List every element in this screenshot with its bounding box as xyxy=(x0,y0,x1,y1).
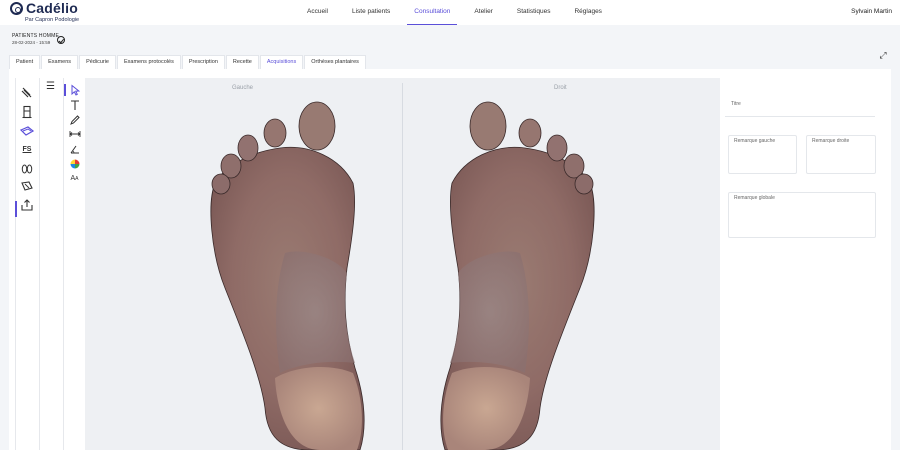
top-nav-bar: Cadélio Par Capron Podologie Accueil Lis… xyxy=(0,0,900,25)
rail-active-indicator xyxy=(15,201,17,217)
brand-logo[interactable]: Cadélio Par Capron Podologie xyxy=(10,0,90,24)
angle-icon[interactable] xyxy=(68,143,81,155)
user-name[interactable]: Sylvain Martin xyxy=(851,8,892,15)
nav-item-reglages[interactable]: Réglages xyxy=(567,0,608,25)
tab-examens-protocoles[interactable]: Examens protocolés xyxy=(117,55,181,69)
cursor-icon[interactable] xyxy=(68,84,81,96)
feet-scan-image xyxy=(210,101,595,450)
foot-print-icon[interactable] xyxy=(20,86,34,100)
right-remark-label: Remarque droite xyxy=(812,138,850,144)
title-field[interactable]: Titre xyxy=(725,101,875,117)
title-field-label: Titre xyxy=(731,101,741,107)
tab-patient[interactable]: Patient xyxy=(9,55,41,69)
global-remark-field[interactable]: Remarque globale xyxy=(728,192,876,238)
font-icon[interactable]: AA xyxy=(68,173,81,185)
tab-prescription[interactable]: Prescription xyxy=(181,55,225,69)
pencil-icon[interactable] xyxy=(68,114,81,126)
nav-item-liste-patients[interactable]: Liste patients xyxy=(345,0,397,25)
measure-icon[interactable] xyxy=(68,128,81,140)
patient-name: PATIENTS HOMME xyxy=(12,33,60,39)
annotation-panel: Titre Remarque gauche Remarque droite Re… xyxy=(720,78,882,450)
brand-name: Cadélio xyxy=(26,0,78,16)
brand-tagline: Par Capron Podologie xyxy=(25,17,80,23)
tab-ortheses-plantaires[interactable]: Orthèses plantaires xyxy=(304,55,366,69)
left-remark-field[interactable]: Remarque gauche xyxy=(728,135,797,174)
export-icon[interactable] xyxy=(20,198,34,212)
tool-active-indicator xyxy=(64,84,66,96)
right-foot-scan xyxy=(440,101,595,450)
consultation-date: 28-02-2024 - 15:59 xyxy=(12,40,51,45)
fs-icon[interactable]: FS xyxy=(20,143,34,157)
tab-examens[interactable]: Examens xyxy=(41,55,79,69)
left-remark-label: Remarque gauche xyxy=(734,138,776,144)
tab-pedicurie[interactable]: Pédicurie xyxy=(79,55,116,69)
scan-plate-icon[interactable] xyxy=(19,124,35,138)
brand-mark-icon xyxy=(10,2,23,15)
feet-icon[interactable] xyxy=(20,161,34,175)
text-icon[interactable] xyxy=(68,99,81,111)
menu-column: ☰ xyxy=(40,78,64,450)
nav-item-accueil[interactable]: Accueil xyxy=(300,0,335,25)
nav-item-consultation[interactable]: Consultation xyxy=(407,0,458,25)
insole-icon[interactable] xyxy=(20,179,34,193)
main-nav: Accueil Liste patients Consultation Atel… xyxy=(300,0,619,25)
consultation-tabs: Patient Examens Pédicurie Examens protoc… xyxy=(9,55,367,69)
nav-item-atelier[interactable]: Atelier xyxy=(467,0,499,25)
global-remark-label: Remarque globale xyxy=(734,195,775,201)
acquisition-type-rail: FS xyxy=(15,78,40,450)
drawing-tools: AA xyxy=(64,78,85,450)
left-foot-scan xyxy=(210,101,365,450)
nav-item-statistiques[interactable]: Statistiques xyxy=(510,0,558,25)
patient-header: PATIENTS HOMME 28-02-2024 - 15:59 xyxy=(12,33,65,45)
tab-recette[interactable]: Recette xyxy=(225,55,259,69)
hamburger-menu-icon[interactable]: ☰ xyxy=(46,82,55,92)
expand-icon[interactable]: ⤢ xyxy=(878,50,888,60)
check-circle-icon[interactable] xyxy=(57,36,65,44)
color-wheel-icon[interactable] xyxy=(68,158,81,170)
podoscope-icon[interactable] xyxy=(20,105,34,119)
tab-acquisitions[interactable]: Acquisitions xyxy=(259,55,304,69)
acquisition-canvas[interactable]: Gauche Droit xyxy=(85,78,720,450)
right-remark-field[interactable]: Remarque droite xyxy=(806,135,876,174)
